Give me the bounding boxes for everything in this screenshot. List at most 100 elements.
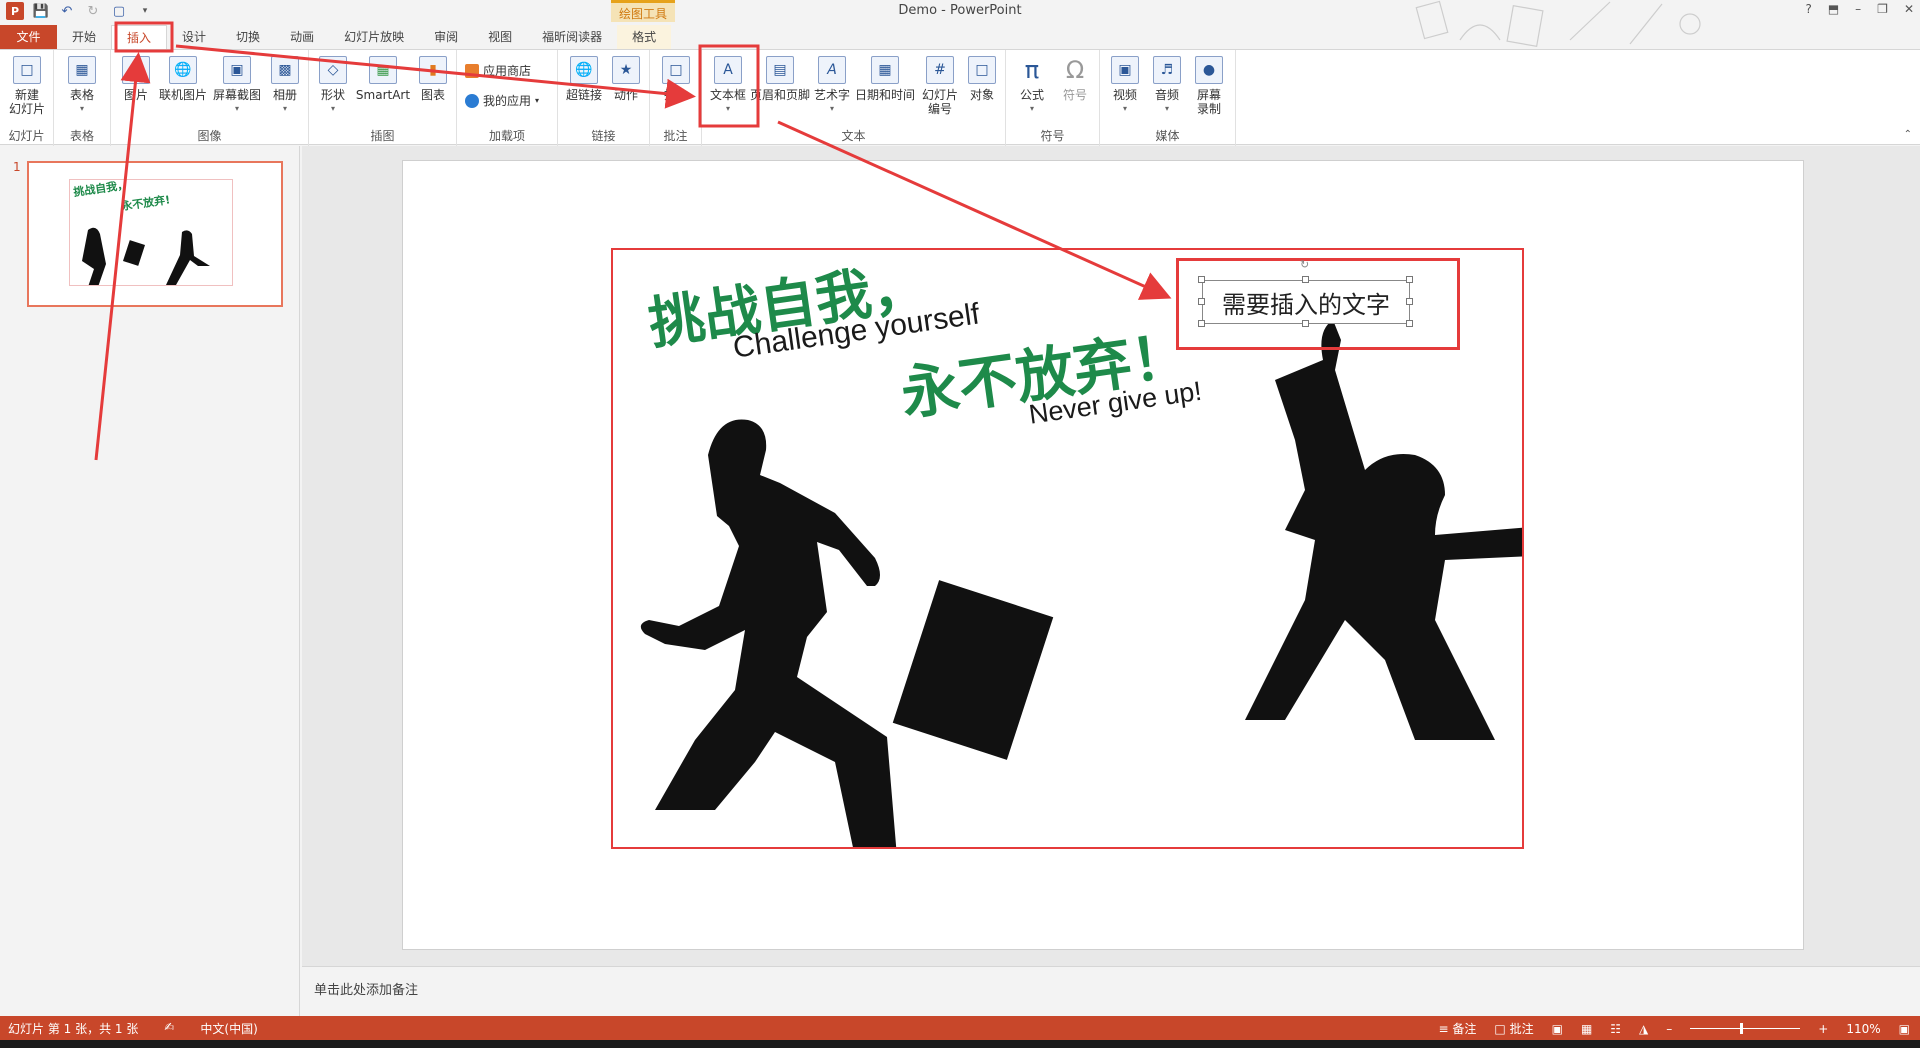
chevron-down-icon: ▾ [330,104,335,113]
normal-view-icon[interactable]: ▣ [1552,1022,1563,1036]
audio-button[interactable]: ♬ 音频 ▾ [1148,56,1186,116]
textbox-button[interactable]: A 文本框 ▾ [706,56,750,116]
comment-button[interactable]: □ 批注 [658,56,694,102]
tab-animations[interactable]: 动画 [275,25,329,49]
photo-album-button[interactable]: ▩ 相册 ▾ [267,56,303,116]
resize-handle-e[interactable] [1406,298,1413,305]
group-symbols: π 公式 ▾ Ω 符号 符号 [1006,50,1100,146]
resize-handle-se[interactable] [1406,320,1413,327]
notes-toggle[interactable]: ≡ 备注 [1439,1020,1477,1037]
table-icon: ▦ [68,56,96,84]
tab-view[interactable]: 视图 [473,25,527,49]
tab-slideshow[interactable]: 幻灯片放映 [329,25,419,49]
group-links: 🌐 超链接 ★ 动作 链接 [558,50,650,146]
group-media: ▣ 视频 ▾ ♬ 音频 ▾ ● 屏幕 录制 媒体 [1100,50,1236,146]
slide-info: 幻灯片 第 1 张，共 1 张 [8,1022,139,1036]
screen-record-button[interactable]: ● 屏幕 录制 [1190,56,1228,116]
group-slides: □ 新建 幻灯片 幻灯片 [0,50,54,146]
tab-design[interactable]: 设计 [167,25,221,49]
textbox-icon: A [714,56,742,84]
slideshow-view-icon[interactable]: ◮ [1639,1022,1648,1036]
tab-file[interactable]: 文件 [0,25,57,49]
store-button[interactable]: 应用商店 [465,62,531,79]
tab-format[interactable]: 格式 [617,25,672,49]
ribbon-tabs: 文件 开始 插入 设计 切换 动画 幻灯片放映 审阅 视图 福昕阅读器 格式 [0,25,1920,49]
slide-number-button[interactable]: # 幻灯片 编号 [918,56,962,116]
zoom-level[interactable]: 110% [1846,1022,1880,1036]
zoom-out-button[interactable]: – [1666,1022,1672,1036]
status-bar: 幻灯片 第 1 张，共 1 张 ✍ 中文(中国) ≡ 备注 □ 批注 ▣ ▦ ☷… [0,1016,1920,1040]
help-button[interactable]: ? [1805,2,1811,16]
zoom-slider[interactable] [1690,1023,1801,1034]
chart-button[interactable]: ▮ 图表 [415,56,451,102]
chevron-down-icon: ▾ [1029,104,1034,113]
pi-icon: π [1024,56,1040,84]
shapes-button[interactable]: ◇ 形状 ▾ [315,56,351,116]
group-tables: ▦ 表格 ▾ 表格 [54,50,111,146]
video-button[interactable]: ▣ 视频 ▾ [1106,56,1144,116]
date-time-button[interactable]: ▦ 日期和时间 [854,56,916,102]
wordart-button[interactable]: A 艺术字 ▾ [812,56,852,116]
header-footer-icon: ▤ [766,56,794,84]
ribbon-insert: □ 新建 幻灯片 幻灯片 ▦ 表格 ▾ 表格 ⛰ 图片 🌐 联机图片 ▣ 屏幕截… [0,49,1920,146]
comment-icon: □ [662,56,690,84]
resize-handle-s[interactable] [1302,320,1309,327]
tab-review[interactable]: 审阅 [419,25,473,49]
comments-toggle[interactable]: □ 批注 [1494,1020,1533,1037]
reading-view-icon[interactable]: ☷ [1610,1022,1621,1036]
close-button[interactable]: ✕ [1904,2,1914,16]
notes-pane[interactable]: 单击此处添加备注 [302,966,1920,1016]
smartart-button[interactable]: ▦ SmartArt [355,56,411,102]
chart-icon: ▮ [419,56,447,84]
tab-transitions[interactable]: 切换 [221,25,275,49]
slide-thumbnail[interactable]: 挑战自我， 永不放弃! [27,161,283,307]
screenshot-button[interactable]: ▣ 屏幕截图 ▾ [211,56,263,116]
language-indicator[interactable]: 中文(中国) [200,1020,257,1037]
picture-icon: ⛰ [122,56,150,84]
slide-sorter-icon[interactable]: ▦ [1581,1022,1592,1036]
resize-handle-ne[interactable] [1406,276,1413,283]
smartart-icon: ▦ [369,56,397,84]
chevron-down-icon: ▾ [1122,104,1127,113]
resize-handle-w[interactable] [1198,298,1205,305]
group-images: ⛰ 图片 🌐 联机图片 ▣ 屏幕截图 ▾ ▩ 相册 ▾ 图像 [111,50,309,146]
fit-slide-icon[interactable]: ▣ [1899,1022,1910,1036]
hyperlink-button[interactable]: 🌐 超链接 [562,56,606,102]
zoom-slider-thumb[interactable] [1740,1023,1744,1034]
tab-foxit-reader[interactable]: 福昕阅读器 [527,25,617,49]
svg-text:永不放弃!: 永不放弃! [119,192,170,213]
chevron-down-icon: ▾ [829,104,834,113]
star-action-icon: ★ [612,56,640,84]
new-slide-button[interactable]: □ 新建 幻灯片 [4,56,50,116]
camera-icon: ▣ [223,56,251,84]
resize-handle-sw[interactable] [1198,320,1205,327]
action-button[interactable]: ★ 动作 [608,56,644,102]
ribbon-display-options-button[interactable]: ⬒ [1828,2,1839,16]
slide-textbox[interactable]: 需要插入的文字 [1202,280,1410,324]
my-apps-button[interactable]: 我的应用 ▾ [465,92,539,109]
calendar-icon: ▦ [871,56,899,84]
online-picture-button[interactable]: 🌐 联机图片 [157,56,209,102]
equation-button[interactable]: π 公式 ▾ [1012,56,1052,116]
globe-link-icon: 🌐 [570,56,598,84]
symbol-button[interactable]: Ω 符号 [1056,56,1094,102]
os-taskbar [0,1040,1920,1048]
rotate-handle-icon[interactable]: ↻ [1300,258,1309,271]
restore-button[interactable]: ❐ [1877,2,1888,16]
resize-handle-n[interactable] [1302,276,1309,283]
tab-home[interactable]: 开始 [57,25,111,49]
group-illustrations: ◇ 形状 ▾ ▦ SmartArt ▮ 图表 插图 [309,50,457,146]
slide-number: 1 [13,160,21,174]
spellcheck-icon[interactable]: ✍ [164,1020,174,1037]
chevron-down-icon: ▾ [1164,104,1169,113]
minimize-button[interactable]: – [1855,2,1861,16]
table-button[interactable]: ▦ 表格 ▾ [62,56,102,116]
collapse-ribbon-icon[interactable]: ⌃ [1904,129,1912,140]
header-footer-button[interactable]: ▤ 页眉和页脚 [750,56,810,102]
resize-handle-nw[interactable] [1198,276,1205,283]
notes-icon: ≡ [1438,1022,1449,1036]
zoom-in-button[interactable]: + [1818,1022,1828,1036]
picture-button[interactable]: ⛰ 图片 [119,56,153,102]
tab-insert[interactable]: 插入 [111,25,168,49]
object-button[interactable]: □ 对象 [964,56,1000,102]
